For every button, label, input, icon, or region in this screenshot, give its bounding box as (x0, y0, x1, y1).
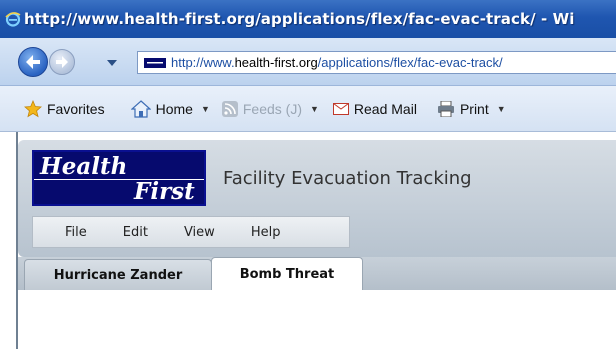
rss-feed-icon (221, 100, 238, 117)
back-arrow-icon (26, 55, 40, 69)
command-bar: Favorites Home ▼ Feeds (J) ▼ Read Mail P… (0, 86, 616, 132)
flex-app-frame: Health First Facility Evacuation Trackin… (16, 132, 616, 349)
menu-file[interactable]: File (33, 225, 105, 240)
read-mail-label: Read Mail (353, 100, 417, 117)
tab-hurricane-zander[interactable]: Hurricane Zander (24, 259, 212, 290)
logo-text-health: Health (40, 153, 128, 180)
health-first-logo: Health First (32, 150, 206, 206)
feeds-button[interactable]: Feeds (J) ▼ (221, 100, 319, 117)
window-title: http://www.health-first.org/applications… (24, 10, 575, 28)
menu-help[interactable]: Help (233, 225, 299, 240)
home-icon (130, 99, 151, 118)
app-title: Facility Evacuation Tracking (223, 168, 472, 189)
chevron-down-icon (107, 60, 117, 66)
url-domain: health-first.org (234, 55, 318, 70)
address-url[interactable]: http://www.health-first.org/applications… (171, 55, 503, 70)
read-mail-button[interactable]: Read Mail (332, 100, 417, 117)
print-button[interactable]: Print ▼ (437, 100, 506, 117)
forward-button[interactable] (49, 49, 75, 75)
site-favicon-icon (144, 57, 166, 69)
tab-content (18, 290, 616, 349)
forward-arrow-icon (56, 56, 68, 68)
favorites-button[interactable]: Favorites (24, 99, 105, 118)
tab-bomb-threat[interactable]: Bomb Threat (211, 257, 363, 290)
back-button[interactable] (18, 47, 48, 77)
logo-text-first: First (134, 178, 195, 205)
menu-edit[interactable]: Edit (105, 225, 166, 240)
home-label: Home (155, 100, 193, 117)
internet-explorer-icon (4, 11, 21, 28)
chevron-down-icon[interactable]: ▼ (497, 104, 506, 114)
printer-icon (437, 100, 455, 117)
app-menubar: File Edit View Help (32, 216, 350, 248)
feeds-label: Feeds (J) (242, 100, 302, 117)
url-prefix: http://www. (171, 55, 235, 70)
navigation-bar: http://www.health-first.org/applications… (0, 38, 616, 86)
chevron-down-icon[interactable]: ▼ (201, 104, 210, 114)
tab-strip: Hurricane Zander Bomb Threat (18, 257, 616, 290)
address-bar[interactable]: http://www.health-first.org/applications… (137, 51, 616, 74)
menu-view[interactable]: View (166, 225, 233, 240)
window-titlebar: http://www.health-first.org/applications… (0, 0, 616, 38)
chevron-down-icon[interactable]: ▼ (310, 104, 319, 114)
print-label: Print (459, 100, 489, 117)
mail-icon (332, 102, 349, 115)
home-button[interactable]: Home ▼ (130, 99, 210, 118)
recent-pages-dropdown[interactable] (106, 58, 118, 68)
app-header: Health First Facility Evacuation Trackin… (18, 140, 616, 257)
star-icon (24, 99, 42, 118)
url-path: /applications/flex/fac-evac-track/ (317, 55, 503, 70)
favorites-label: Favorites (47, 100, 105, 117)
